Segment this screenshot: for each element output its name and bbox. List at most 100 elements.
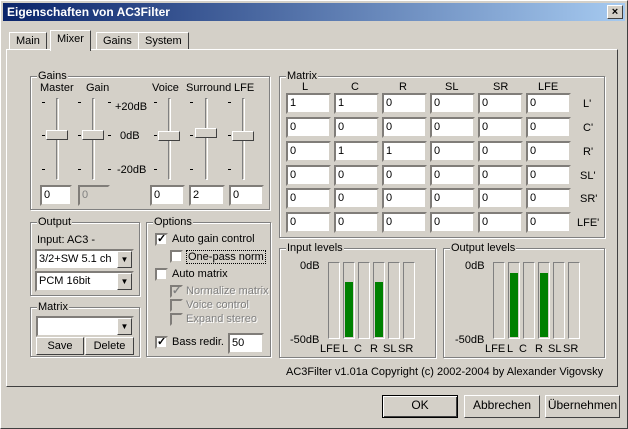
matrix-cell[interactable]: 1	[334, 141, 379, 162]
matrix-cell[interactable]: 0	[430, 141, 475, 162]
level-meter	[343, 262, 355, 339]
one-pass-checkbox[interactable]	[170, 250, 183, 263]
matrix-cell[interactable]: 0	[478, 188, 523, 209]
tick	[108, 135, 111, 136]
voice-value-field[interactable]: 0	[150, 185, 185, 206]
auto-gain-label: Auto gain control	[172, 233, 255, 245]
lfe-label: LFE	[234, 82, 255, 94]
surround-slider-thumb[interactable]	[195, 128, 217, 138]
matrix-cell[interactable]: 0	[286, 117, 331, 138]
lfe-slider-thumb[interactable]	[232, 131, 254, 141]
voice-control-label: Voice control	[186, 299, 249, 311]
chevron-down-icon[interactable]: ▼	[117, 273, 132, 290]
ok-button[interactable]: OK	[382, 395, 458, 418]
matrix-cell[interactable]: 0	[526, 117, 571, 138]
tick	[190, 102, 193, 103]
matrix-cell[interactable]: 0	[526, 93, 571, 114]
voice-label: Voice	[152, 82, 179, 94]
matrix-cell[interactable]: 0	[430, 212, 475, 233]
normalize-checkbox: ✓	[170, 285, 183, 298]
master-slider-thumb[interactable]	[46, 130, 68, 140]
chevron-down-icon[interactable]: ▼	[117, 318, 132, 335]
matrix-cell[interactable]: 0	[382, 212, 427, 233]
scale-bot-label: -20dB	[117, 164, 147, 176]
level-channel-label: L	[342, 343, 349, 355]
matrix-cell[interactable]: 0	[478, 141, 523, 162]
scale-top-label: +20dB	[115, 101, 148, 113]
matrix-cell[interactable]: 0	[382, 165, 427, 186]
level-meter	[508, 262, 520, 339]
format-value: PCM 16bit	[39, 275, 91, 287]
matrix-col-lfe: LFE	[538, 81, 559, 93]
master-label: Master	[40, 82, 74, 94]
tick	[154, 102, 157, 103]
level-channel-label: LFE	[320, 343, 341, 355]
level-channel-label: R	[370, 343, 378, 355]
matrix-cell[interactable]: 0	[526, 212, 571, 233]
matrix-cell[interactable]: 0	[286, 212, 331, 233]
one-pass-label: One-pass norm	[186, 250, 266, 264]
matrix-cell[interactable]: 0	[334, 117, 379, 138]
level-meter	[523, 262, 535, 339]
auto-matrix-checkbox[interactable]	[155, 268, 168, 281]
chevron-down-icon[interactable]: ▼	[117, 251, 132, 268]
matrix-preset-combo[interactable]: ▼	[36, 316, 134, 337]
tab-system[interactable]: System	[138, 32, 189, 50]
matrix-cell[interactable]: 0	[478, 117, 523, 138]
matrix-cell[interactable]: 0	[334, 188, 379, 209]
matrix-cell[interactable]: 0	[382, 93, 427, 114]
tick	[78, 135, 81, 136]
matrix-cell[interactable]: 0	[430, 93, 475, 114]
matrix-cell[interactable]: 0	[382, 117, 427, 138]
matrix-cell[interactable]: 0	[286, 188, 331, 209]
matrix-row-l: L'	[583, 98, 592, 110]
surround-slider-track[interactable]	[205, 98, 208, 180]
matrix-cell[interactable]: 0	[334, 165, 379, 186]
tick	[154, 135, 157, 136]
matrix-cell[interactable]: 1	[334, 93, 379, 114]
voice-slider-thumb[interactable]	[158, 131, 180, 141]
format-combo[interactable]: PCM 16bit ▼	[35, 271, 134, 292]
matrix-cell[interactable]: 0	[478, 93, 523, 114]
delete-preset-button[interactable]: Delete	[85, 337, 134, 355]
matrix-cell[interactable]: 0	[478, 165, 523, 186]
matrix-cell[interactable]: 0	[430, 117, 475, 138]
auto-matrix-label: Auto matrix	[172, 268, 228, 280]
matrix-cell[interactable]: 1	[286, 93, 331, 114]
bass-redir-label: Bass redir.	[172, 336, 224, 348]
speakers-value: 3/2+SW 5.1 ch	[39, 253, 112, 265]
matrix-cell[interactable]: 0	[382, 188, 427, 209]
matrix-cell[interactable]: 0	[478, 212, 523, 233]
matrix-cell[interactable]: 0	[526, 141, 571, 162]
matrix-cell[interactable]: 0	[430, 165, 475, 186]
tab-mixer[interactable]: Mixer	[50, 30, 91, 51]
matrix-cell[interactable]: 0	[526, 165, 571, 186]
auto-gain-checkbox[interactable]: ✓	[155, 233, 168, 246]
matrix-cell[interactable]: 0	[526, 188, 571, 209]
close-button[interactable]: ×	[607, 5, 623, 19]
level-channel-label: SR	[398, 343, 414, 355]
cancel-button[interactable]: Abbrechen	[464, 395, 540, 418]
matrix-cell[interactable]: 0	[286, 165, 331, 186]
save-preset-button[interactable]: Save	[36, 337, 84, 355]
master-value-field[interactable]: 0	[40, 185, 72, 206]
tick	[78, 169, 81, 170]
tab-main[interactable]: Main	[9, 32, 47, 50]
speakers-combo[interactable]: 3/2+SW 5.1 ch ▼	[35, 249, 134, 270]
matrix-cell[interactable]: 0	[334, 212, 379, 233]
lfe-value-field[interactable]: 0	[229, 185, 264, 206]
matrix-col-c: C	[351, 81, 359, 93]
matrix-row-sl: SL'	[580, 170, 596, 182]
apply-button[interactable]: Übernehmen	[545, 395, 620, 418]
gain-slider-thumb[interactable]	[82, 130, 104, 140]
level-channel-label: LFE	[485, 343, 506, 355]
surround-value-field[interactable]: 2	[189, 185, 225, 206]
matrix-cell[interactable]: 0	[430, 188, 475, 209]
tab-gains[interactable]: Gains	[96, 32, 139, 50]
bass-redir-checkbox[interactable]: ✓	[155, 336, 168, 349]
matrix-cell[interactable]: 1	[382, 141, 427, 162]
input-format-label: Input: AC3 -	[37, 234, 96, 246]
level-meter	[553, 262, 565, 339]
matrix-cell[interactable]: 0	[286, 141, 331, 162]
bass-redir-field[interactable]: 50	[228, 333, 264, 354]
